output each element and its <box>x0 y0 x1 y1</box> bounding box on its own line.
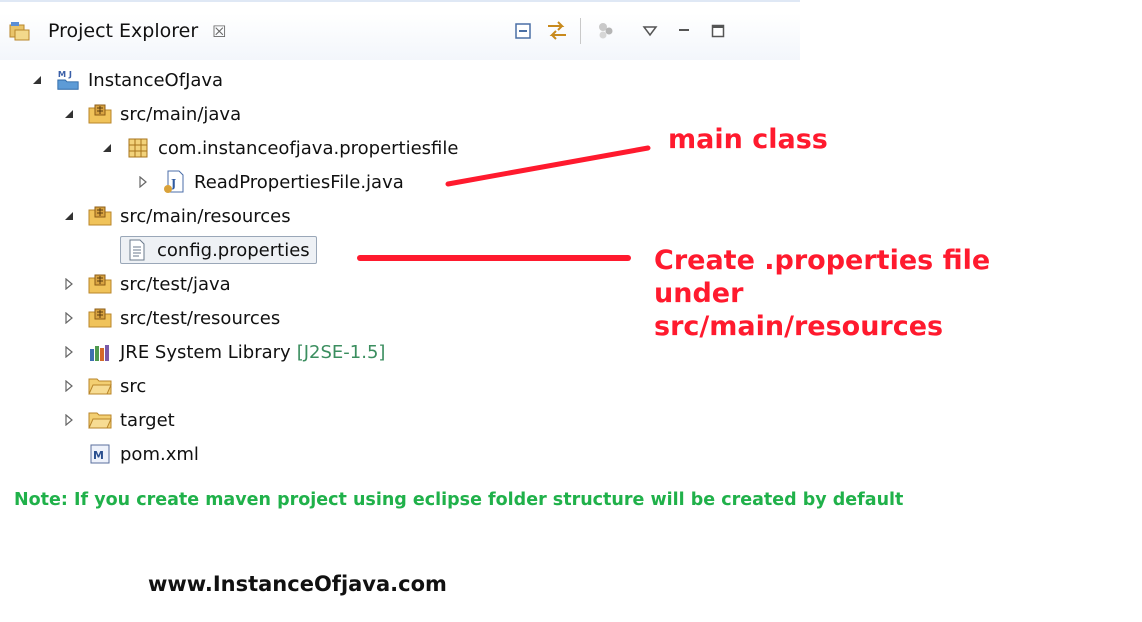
annotation-main-class: main class <box>668 124 828 155</box>
tree-item[interactable]: src/main/java <box>60 97 241 131</box>
tree-item-label: InstanceOfJava <box>88 69 224 91</box>
maven-project-icon: MJ <box>56 68 80 92</box>
project-explorer-icon <box>8 19 32 43</box>
tree-item[interactable]: M pom.xml <box>88 437 199 471</box>
svg-text:J: J <box>68 69 72 79</box>
tree-item[interactable]: src/test/resources <box>60 301 280 335</box>
annotation-line: Create .properties file <box>654 245 991 276</box>
svg-text:M: M <box>58 69 66 79</box>
expanded-twisty-icon[interactable] <box>60 211 78 221</box>
view-toolbar <box>510 16 739 46</box>
collapsed-twisty-icon[interactable] <box>60 278 78 290</box>
link-with-editor-icon[interactable] <box>544 18 570 44</box>
tree-item-label: src/main/resources <box>120 205 291 227</box>
folder-icon <box>88 374 112 398</box>
annotation-line: src/main/resources <box>654 310 944 342</box>
tree-item-label: pom.xml <box>120 443 199 465</box>
tree-item[interactable]: com.instanceofjava.propertiesfile <box>98 131 458 165</box>
java-file-icon: J <box>162 170 186 194</box>
tree-item-label: com.instanceofjava.propertiesfile <box>158 137 459 159</box>
source-folder-icon <box>88 102 112 126</box>
tree-item-label: config.properties <box>157 239 310 261</box>
expanded-twisty-icon[interactable] <box>98 143 116 153</box>
source-folder-icon <box>88 272 112 296</box>
annotation-line: under <box>654 277 744 309</box>
tree-item-label: ReadPropertiesFile.java <box>194 171 404 193</box>
toolbar-separator <box>580 18 581 44</box>
tree-item-label: src/main/java <box>120 103 242 125</box>
collapsed-twisty-icon[interactable] <box>60 346 78 358</box>
maximize-icon[interactable] <box>705 18 731 44</box>
close-view-icon[interactable]: ☒ <box>212 22 226 41</box>
project-explorer-tab[interactable]: Project Explorer ☒ <box>8 18 227 44</box>
collapse-all-icon[interactable] <box>510 18 536 44</box>
library-icon <box>88 340 112 364</box>
expanded-twisty-icon[interactable] <box>60 109 78 119</box>
folder-icon <box>88 408 112 432</box>
tree-item[interactable]: src <box>60 369 146 403</box>
annotation-create-properties: Create .properties file under src/main/r… <box>654 245 990 344</box>
tree-item-label: JRE System Library <box>120 341 291 363</box>
tree-item[interactable]: src/main/resources <box>60 199 291 233</box>
minimize-icon[interactable] <box>671 18 697 44</box>
tree-item-label: src/test/java <box>120 273 231 295</box>
tree-item-label: src/test/resources <box>120 307 281 329</box>
tree-item[interactable]: src/test/java <box>60 267 231 301</box>
tree-item-decoration: [J2SE-1.5] <box>296 341 386 363</box>
collapsed-twisty-icon[interactable] <box>60 380 78 392</box>
collapsed-twisty-icon[interactable] <box>60 414 78 426</box>
collapsed-twisty-icon[interactable] <box>60 312 78 324</box>
expanded-twisty-icon[interactable] <box>28 75 46 85</box>
view-header: Project Explorer ☒ <box>0 0 800 60</box>
tree-item[interactable]: JRE System Library [J2SE-1.5] <box>60 335 385 369</box>
tree-item-label: target <box>120 409 175 431</box>
source-folder-icon <box>88 306 112 330</box>
text-file-icon <box>125 238 149 262</box>
view-menu-icon[interactable] <box>637 18 663 44</box>
tree-item-selected[interactable]: config.properties <box>120 233 317 267</box>
main-class-pointer-line <box>445 145 651 187</box>
collapsed-twisty-icon[interactable] <box>134 176 152 188</box>
website-label: www.InstanceOfjava.com <box>148 572 447 596</box>
note-text: Note: If you create maven project using … <box>14 490 904 510</box>
tree-item[interactable]: MJ InstanceOfJava <box>28 63 223 97</box>
maven-pom-icon: M <box>88 442 112 466</box>
tree-item-label: src <box>120 375 147 397</box>
tree-item[interactable]: target <box>60 403 175 437</box>
filters-icon[interactable] <box>593 18 619 44</box>
package-icon <box>126 136 150 160</box>
tree-item[interactable]: J ReadPropertiesFile.java <box>134 165 404 199</box>
view-title: Project Explorer <box>48 20 199 42</box>
source-folder-icon <box>88 204 112 228</box>
svg-text:M: M <box>93 449 104 462</box>
